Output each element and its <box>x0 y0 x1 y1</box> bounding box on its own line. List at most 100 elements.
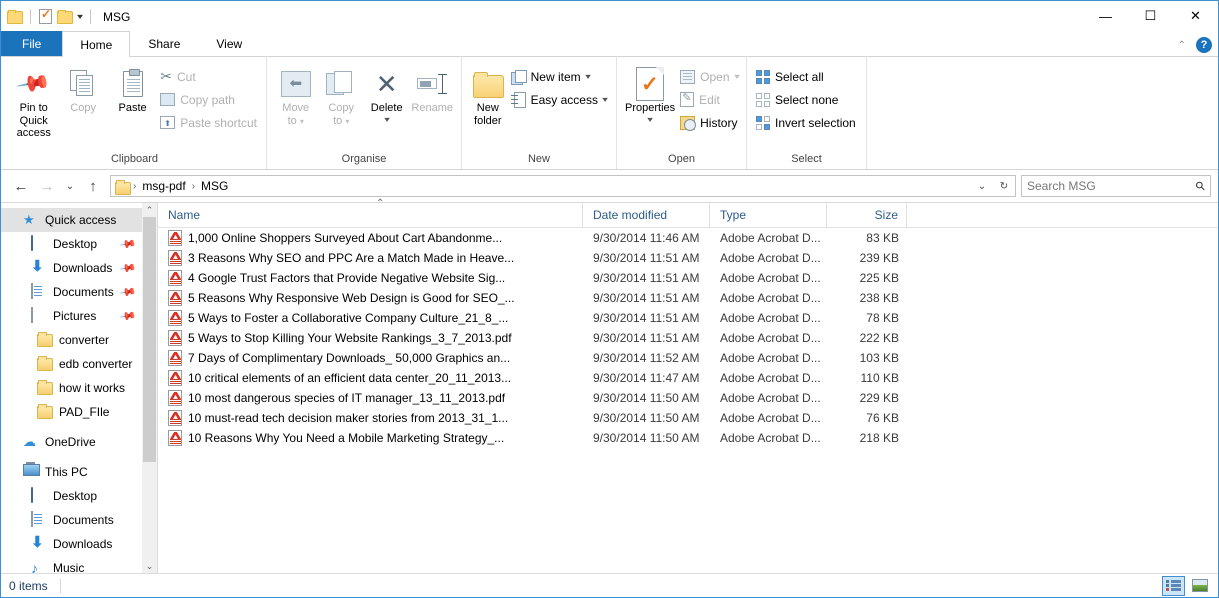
open-button[interactable]: Open ▾ <box>677 65 741 88</box>
edit-button[interactable]: Edit <box>677 88 741 111</box>
sidebar-item-converter[interactable]: converter <box>1 328 157 352</box>
table-row[interactable]: 10 critical elements of an efficient dat… <box>158 368 1218 388</box>
recent-locations-button[interactable]: ⌄ <box>60 173 80 199</box>
paste-button[interactable]: Paste <box>108 63 157 118</box>
chevron-down-icon[interactable]: ▾ <box>602 95 608 104</box>
sidebar-item-pad-file[interactable]: PAD_FIle <box>1 400 157 424</box>
status-bar: 0 items <box>1 573 1218 597</box>
file-name: 5 Reasons Why Responsive Web Design is G… <box>188 291 515 305</box>
close-button[interactable]: ✕ <box>1173 1 1218 31</box>
help-icon[interactable]: ? <box>1196 37 1212 53</box>
copy-button[interactable]: Copy <box>58 63 107 118</box>
breadcrumb-item-msg-pdf[interactable]: msg-pdf <box>139 179 188 193</box>
copy-to-button[interactable]: Copy to ▾ <box>318 63 363 130</box>
table-row[interactable]: 10 Reasons Why You Need a Mobile Marketi… <box>158 428 1218 448</box>
tab-share[interactable]: Share <box>130 31 198 56</box>
up-button[interactable]: ↑ <box>80 173 106 199</box>
table-row[interactable]: 5 Ways to Foster a Collaborative Company… <box>158 308 1218 328</box>
paste-shortcut-button[interactable]: ⬆ Paste shortcut <box>157 111 260 134</box>
cell-type: Adobe Acrobat D... <box>720 371 821 385</box>
sidebar-item-edb-converter[interactable]: edb converter <box>1 352 157 376</box>
details-view-button[interactable] <box>1162 575 1185 596</box>
navigation-scrollbar[interactable]: ⌃ ⌄ <box>142 203 157 573</box>
new-item-button[interactable]: New item ▾ <box>508 65 610 88</box>
chevron-down-icon[interactable]: ▾ <box>77 12 83 21</box>
chevron-down-icon[interactable]: ▾ <box>647 115 653 124</box>
chevron-down-icon[interactable]: ⌄ <box>971 176 993 196</box>
pin-to-quick-access-button[interactable]: 📌 Pin to Quick access <box>9 63 58 143</box>
table-row[interactable]: 5 Ways to Stop Killing Your Website Rank… <box>158 328 1218 348</box>
search-input[interactable]: Search MSG ⚲ <box>1021 175 1211 197</box>
easy-access-button[interactable]: Easy access ▾ <box>508 88 610 111</box>
forward-button[interactable]: → <box>34 173 60 199</box>
copy-path-button[interactable]: Copy path <box>157 88 260 111</box>
pin-icon[interactable]: 📌 <box>119 235 138 254</box>
pin-icon[interactable]: 📌 <box>119 283 138 302</box>
delete-button[interactable]: ✕ Delete ▾ <box>364 63 409 127</box>
sidebar-item-onedrive[interactable]: ☁ OneDrive <box>1 430 157 454</box>
sidebar-item-pc-downloads[interactable]: ⬇ Downloads <box>1 532 157 556</box>
pin-icon[interactable]: 📌 <box>119 307 138 326</box>
divider <box>59 578 61 593</box>
table-row[interactable]: 5 Reasons Why Responsive Web Design is G… <box>158 288 1218 308</box>
column-header-date-modified[interactable]: Date modified <box>583 203 710 227</box>
column-header-size[interactable]: Size <box>827 203 907 227</box>
sidebar-item-pc-music[interactable]: ♪ Music <box>1 556 157 573</box>
table-row[interactable]: 10 most dangerous species of IT manager_… <box>158 388 1218 408</box>
move-to-button[interactable]: ⬅ Move to ▾ <box>273 63 318 130</box>
properties-check-icon[interactable] <box>39 7 52 24</box>
scroll-down-icon[interactable]: ⌄ <box>146 559 154 573</box>
select-none-icon <box>756 92 770 107</box>
folder-icon[interactable] <box>7 10 23 24</box>
sidebar-item-this-pc[interactable]: This PC <box>1 460 157 484</box>
file-name: 10 most dangerous species of IT manager_… <box>188 391 506 405</box>
folder-icon[interactable] <box>57 10 73 24</box>
folder-icon <box>37 332 53 348</box>
chevron-down-icon[interactable]: ▾ <box>734 72 740 81</box>
select-all-button[interactable]: Select all <box>753 65 859 88</box>
column-label: Type <box>720 208 747 222</box>
history-button[interactable]: History <box>677 111 741 134</box>
sidebar-item-downloads[interactable]: ⬇ Downloads 📌 <box>1 256 157 280</box>
cut-button[interactable]: ✂ Cut <box>157 65 260 88</box>
tab-home[interactable]: Home <box>62 31 131 57</box>
table-row[interactable]: 10 must-read tech decision maker stories… <box>158 408 1218 428</box>
sidebar-item-desktop[interactable]: Desktop 📌 <box>1 232 157 256</box>
new-folder-button[interactable]: New folder <box>468 63 508 130</box>
sidebar-item-quick-access[interactable]: ★ Quick access <box>1 208 157 232</box>
sidebar-item-how-it-works[interactable]: how it works <box>1 376 157 400</box>
music-icon: ♪ <box>31 560 38 573</box>
invert-selection-button[interactable]: Invert selection <box>753 111 859 134</box>
table-row[interactable]: 7 Days of Complimentary Downloads_ 50,00… <box>158 348 1218 368</box>
table-row[interactable]: 4 Google Trust Factors that Provide Nega… <box>158 268 1218 288</box>
sidebar-item-pc-desktop[interactable]: Desktop <box>1 484 157 508</box>
button-label: Paste <box>118 102 147 114</box>
sidebar-item-pc-documents[interactable]: Documents <box>1 508 157 532</box>
select-none-button[interactable]: Select none <box>753 88 859 111</box>
scroll-up-icon[interactable]: ⌃ <box>146 203 154 217</box>
properties-button[interactable]: ✓ Properties ▾ <box>623 63 677 127</box>
tab-view[interactable]: View <box>198 31 260 56</box>
collapse-ribbon-icon[interactable]: ⌃ <box>1178 40 1186 51</box>
table-row[interactable]: 3 Reasons Why SEO and PPC Are a Match Ma… <box>158 248 1218 268</box>
file-list-pane: Name ⌃ Date modified Type Size 1,000 Onl… <box>158 198 1218 573</box>
search-icon[interactable]: ⚲ <box>1193 178 1209 194</box>
chevron-down-icon[interactable]: ▾ <box>585 72 591 81</box>
breadcrumb-item-msg[interactable]: MSG <box>198 179 231 193</box>
back-button[interactable]: ← <box>8 173 34 199</box>
pin-icon[interactable]: 📌 <box>119 259 138 278</box>
sidebar-item-documents[interactable]: Documents 📌 <box>1 280 157 304</box>
column-header-name[interactable]: Name ⌃ <box>158 198 583 227</box>
rename-button[interactable]: Rename <box>409 63 455 118</box>
tab-file[interactable]: File <box>1 31 63 56</box>
refresh-icon[interactable]: ↻ <box>993 176 1015 196</box>
scrollbar-thumb[interactable] <box>143 217 156 462</box>
table-row[interactable]: 1,000 Online Shoppers Surveyed About Car… <box>158 228 1218 248</box>
column-header-type[interactable]: Type <box>710 203 827 227</box>
breadcrumb[interactable]: › msg-pdf › MSG ⌄ ↻ <box>110 175 1016 197</box>
maximize-button[interactable]: ☐ <box>1128 1 1173 31</box>
sidebar-item-pictures[interactable]: Pictures 📌 <box>1 304 157 328</box>
minimize-button[interactable]: — <box>1083 1 1128 31</box>
large-icons-view-button[interactable] <box>1188 576 1211 596</box>
chevron-down-icon[interactable]: ▾ <box>384 115 390 124</box>
